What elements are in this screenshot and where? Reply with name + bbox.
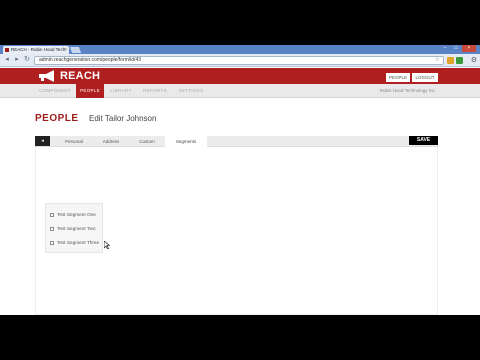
reload-icon[interactable]: ↻ bbox=[23, 56, 31, 64]
segment-item[interactable]: Test Segment Three bbox=[50, 239, 99, 247]
reach-favicon-icon bbox=[5, 48, 9, 52]
tab-personal[interactable]: Personal bbox=[55, 136, 93, 147]
browser-tab-title: REACH - Rubin Hood Tech bbox=[11, 47, 66, 52]
segment-checkbox[interactable] bbox=[50, 241, 54, 245]
mouse-cursor-icon bbox=[104, 241, 110, 249]
logo-text: REACH bbox=[60, 70, 101, 82]
browser-tab[interactable]: REACH - Rubin Hood Tech × bbox=[3, 46, 69, 54]
new-tab-button[interactable] bbox=[69, 47, 82, 53]
bookmark-star-icon[interactable]: ☆ bbox=[435, 57, 440, 64]
nav-item-people[interactable]: PEOPLE bbox=[76, 84, 104, 98]
person-tabs: ◂ Personal Address Custom Segments bbox=[35, 136, 438, 147]
forward-arrow-icon[interactable]: ▸ bbox=[13, 56, 21, 64]
page-subtitle: Edit Tailor Johnson bbox=[89, 114, 157, 123]
browser-window: REACH - Rubin Hood Tech × – ▭ × ◂ ▸ ↻ ad… bbox=[0, 45, 480, 315]
browser-toolbar: ◂ ▸ ↻ admin.reachgeneration.com/people/f… bbox=[0, 54, 480, 67]
tab-segments[interactable]: Segments bbox=[165, 136, 207, 147]
close-tab-icon[interactable]: × bbox=[64, 46, 67, 54]
logout-button[interactable]: LOGOUT bbox=[412, 73, 438, 82]
segment-item[interactable]: Test Segment One bbox=[50, 211, 96, 219]
minimize-window-button[interactable]: – bbox=[440, 45, 450, 52]
back-arrow-icon[interactable]: ◂ bbox=[3, 56, 11, 64]
segment-item[interactable]: Test Segment Two bbox=[50, 225, 95, 233]
tab-address[interactable]: Address bbox=[93, 136, 129, 147]
nav-item-settings[interactable]: SETTINGS bbox=[176, 84, 206, 98]
address-bar-url: admin.reachgeneration.com/people/form/id… bbox=[39, 57, 142, 63]
reach-logo[interactable]: REACH bbox=[38, 69, 100, 83]
segment-checkbox[interactable] bbox=[50, 213, 54, 217]
extension-icon[interactable] bbox=[456, 57, 463, 64]
main-nav: COMPONENT PEOPLE LIBRARY REPORTS SETTING… bbox=[0, 84, 480, 98]
nav-item-reports[interactable]: REPORTS bbox=[140, 84, 170, 98]
save-button[interactable]: SAVE bbox=[409, 136, 438, 145]
segment-checkbox[interactable] bbox=[50, 227, 54, 231]
tab-custom[interactable]: Custom bbox=[129, 136, 165, 147]
extension-icon[interactable] bbox=[447, 57, 454, 64]
segment-label: Test Segment Three bbox=[57, 240, 100, 245]
back-button[interactable]: ◂ bbox=[35, 136, 50, 146]
header-people-button[interactable]: PEOPLE bbox=[386, 73, 410, 82]
wrench-menu-icon[interactable]: ⚙ bbox=[471, 56, 477, 64]
nav-item-component[interactable]: COMPONENT bbox=[38, 84, 72, 98]
address-bar[interactable]: admin.reachgeneration.com/people/form/id… bbox=[34, 56, 444, 65]
segment-list: Test Segment One Test Segment Two Test S… bbox=[45, 203, 103, 253]
app-header: REACH PEOPLE LOGOUT bbox=[0, 68, 480, 84]
nav-item-library[interactable]: LIBRARY bbox=[108, 84, 134, 98]
company-name: Rubin Hood Technology Inc. bbox=[379, 88, 436, 93]
megaphone-icon bbox=[39, 70, 54, 82]
browser-tabstrip: REACH - Rubin Hood Tech × – ▭ × bbox=[0, 45, 480, 54]
close-window-button[interactable]: × bbox=[462, 45, 476, 52]
maximize-window-button[interactable]: ▭ bbox=[451, 45, 461, 52]
page-title: PEOPLE bbox=[35, 113, 79, 124]
segment-label: Test Segment One bbox=[57, 212, 96, 217]
segment-label: Test Segment Two bbox=[57, 226, 96, 231]
